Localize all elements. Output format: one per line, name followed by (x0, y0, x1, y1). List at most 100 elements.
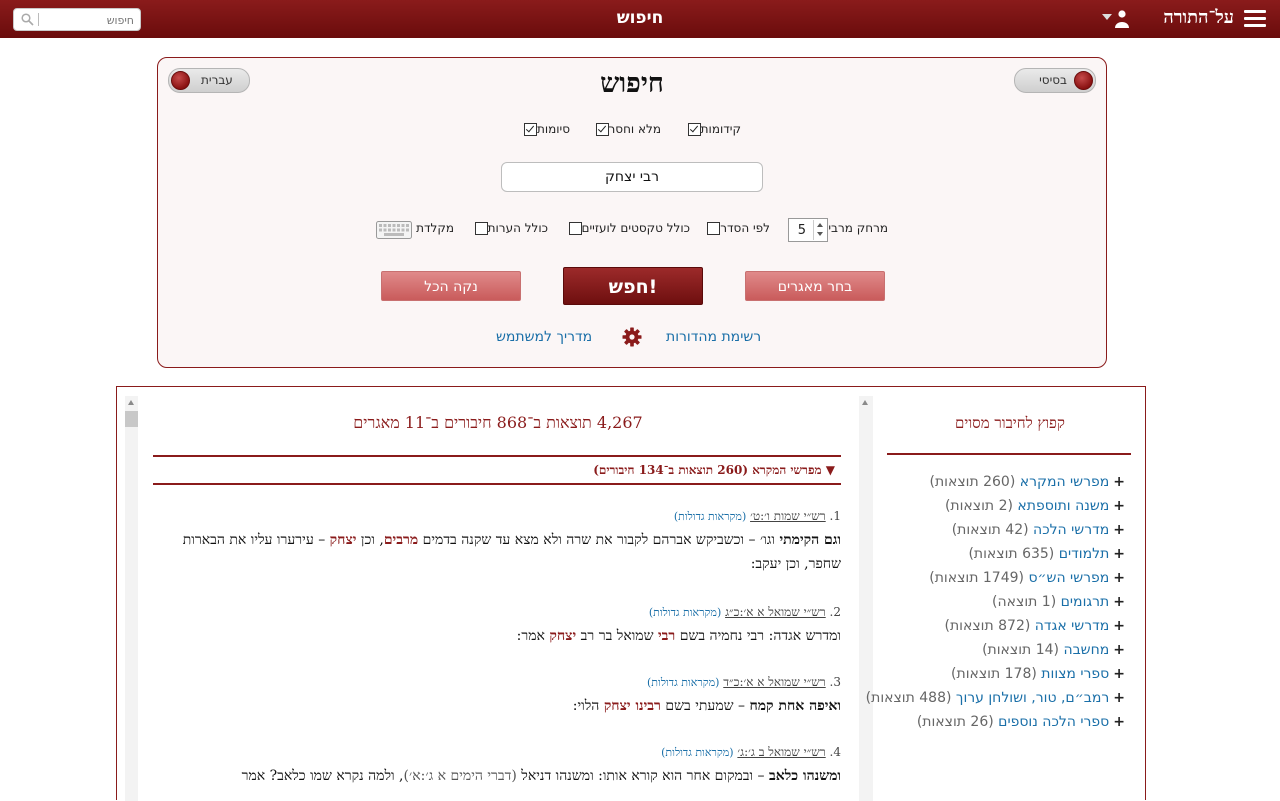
category-count: (26 תוצאות) (916, 714, 994, 730)
max-distance-stepper[interactable]: 5 (788, 218, 828, 242)
expand-icon[interactable]: + (1113, 474, 1125, 490)
result-edition[interactable]: (מקראות גדולות) (674, 510, 746, 523)
option-label: כולל הערות (487, 221, 548, 235)
jump-to-work-title: קפוץ לחיבור מסוים (955, 414, 1065, 432)
user-guide-link[interactable]: מדריך למשתמש (496, 329, 592, 345)
keyboard-icon[interactable] (376, 221, 412, 239)
category-nav-item[interactable]: +מפרשי המקרא (260 תוצאות) (865, 470, 1125, 494)
result-source-link[interactable]: רש״י שמואל ב ג׳:ג׳ (737, 745, 825, 759)
lemma: וגם הקימתי (779, 532, 841, 548)
menu-icon[interactable] (1244, 10, 1266, 28)
expand-icon[interactable]: + (1113, 642, 1125, 658)
option-label: קידומות (700, 122, 741, 136)
expand-icon[interactable]: + (1113, 714, 1125, 730)
category-name[interactable]: מפרשי המקרא (1020, 474, 1110, 490)
option-foreign-texts[interactable]: כולל טקסטים לועזיים (567, 221, 690, 235)
results-scrollbar[interactable] (125, 396, 138, 801)
result-source-link[interactable]: רש״י שמואל א א׳:כ״ג (725, 605, 826, 619)
category-nav-item[interactable]: +מחשבה (14 תוצאות) (865, 638, 1125, 662)
include-notes-checkbox[interactable] (474, 222, 488, 235)
category-nav-item[interactable]: +מפרשי הש״ס (1749 תוצאות) (865, 566, 1125, 590)
editions-list-link[interactable]: רשימת מהדורות (666, 329, 761, 345)
basic-mode-toggle[interactable]: בסיסי (1014, 68, 1096, 93)
result-number: 4. (829, 745, 841, 759)
category-count: (178 תוצאות) (951, 666, 1037, 682)
divider (887, 453, 1131, 455)
category-name[interactable]: מדרשי הלכה (1033, 522, 1109, 538)
category-name[interactable]: מדרשי אגדה (1035, 618, 1109, 634)
category-nav-item[interactable]: +ספרי הלכה נוספים (26 תוצאות) (865, 710, 1125, 734)
category-nav-item[interactable]: +משנה ותוספתא (2 תוצאות) (865, 494, 1125, 518)
scroll-up-icon[interactable] (128, 400, 134, 405)
expand-icon[interactable]: + (1113, 546, 1125, 562)
result-source-link[interactable]: רש״י שמות ו׳:ט׳ (750, 509, 826, 523)
category-name[interactable]: תרגומים (1061, 594, 1110, 610)
text-segment: – שמעתי בשם (660, 698, 750, 714)
chevron-down-icon[interactable] (1102, 14, 1112, 20)
option-suffixes[interactable]: סיומות (522, 122, 570, 136)
option-label: לפי הסדר (720, 221, 770, 235)
category-nav-item[interactable]: +ספרי מצוות (178 תוצאות) (865, 662, 1125, 686)
result-item: 2. רש״י שמואל א א׳:כ״ג (מקראות גדולות) ו… (153, 605, 841, 648)
result-edition[interactable]: (מקראות גדולות) (647, 676, 719, 689)
result-source-link[interactable]: רש״י שמואל א א׳:כ״ד (723, 675, 825, 689)
expand-icon[interactable]: + (1113, 570, 1125, 586)
toggle-knob (1074, 71, 1093, 90)
stepper-arrows[interactable] (813, 220, 826, 240)
suffixes-checkbox[interactable] (523, 123, 537, 136)
foreign-texts-checkbox[interactable] (568, 222, 582, 235)
category-name[interactable]: מחשבה (1063, 642, 1109, 658)
expand-icon[interactable]: + (1113, 618, 1125, 634)
category-nav-item[interactable]: +מדרשי הלכה (42 תוצאות) (865, 518, 1125, 542)
category-nav-item[interactable]: +תלמודים (635 תוצאות) (865, 542, 1125, 566)
expand-icon[interactable]: + (1113, 666, 1125, 682)
option-in-order[interactable]: לפי הסדר (705, 221, 770, 235)
option-full-defective[interactable]: מלא וחסר (594, 122, 661, 136)
category-count: (2 תוצאות) (944, 498, 1013, 514)
result-item: 3. רש״י שמואל א א׳:כ״ד (מקראות גדולות) ו… (153, 675, 841, 718)
full-defective-checkbox[interactable] (595, 123, 609, 136)
clear-all-button[interactable]: נקה הכל (381, 271, 521, 301)
stepper-up-icon[interactable] (817, 223, 823, 227)
category-name[interactable]: מפרשי הש״ס (1028, 570, 1109, 586)
user-icon[interactable] (1112, 9, 1132, 29)
gear-icon[interactable] (622, 327, 642, 347)
search-button[interactable]: חפש! (563, 267, 703, 305)
option-prefixes[interactable]: קידומות (686, 122, 741, 136)
result-edition[interactable]: (מקראות גדולות) (649, 606, 721, 619)
result-item: 4. רש״י שמואל ב ג׳:ג׳ (מקראות גדולות) ומ… (153, 745, 841, 788)
highlight: מרבים (383, 532, 419, 548)
category-name[interactable]: משנה ותוספתא (1017, 498, 1109, 514)
expand-icon[interactable]: + (1113, 690, 1125, 706)
category-nav-item[interactable]: +מדרשי אגדה (872 תוצאות) (865, 614, 1125, 638)
category-count: (1749 תוצאות) (929, 570, 1024, 586)
site-logo[interactable]: על־התורה (1163, 7, 1234, 28)
category-nav-item[interactable]: +רמב״ם, טור, ושולחן ערוך (488 תוצאות) (865, 686, 1125, 710)
cross-reference[interactable]: (דברי הימים א ג׳:א׳) (404, 768, 517, 784)
category-title[interactable]: ▼ מפרשי המקרא (260 תוצאות ב־134 חיבורים) (593, 463, 835, 478)
category-header[interactable]: ▼ מפרשי המקרא (260 תוצאות ב־134 חיבורים) (153, 455, 841, 485)
category-name[interactable]: ספרי מצוות (1041, 666, 1109, 682)
category-nav: +מפרשי המקרא (260 תוצאות) +משנה ותוספתא … (865, 470, 1125, 734)
stepper-down-icon[interactable] (817, 232, 823, 236)
expand-icon[interactable]: + (1113, 498, 1125, 514)
query-input[interactable] (501, 162, 763, 192)
in-order-checkbox[interactable] (707, 222, 721, 235)
results-container: 4,267 תוצאות ב־868 חיבורים ב־11 מאגרים ▼… (116, 386, 1146, 801)
category-name[interactable]: תלמודים (1059, 546, 1110, 562)
scroll-up-icon[interactable] (862, 400, 868, 405)
text-segment: הלוי: (572, 698, 604, 714)
expand-icon[interactable]: + (1113, 594, 1125, 610)
option-include-notes[interactable]: כולל הערות (473, 221, 548, 235)
result-number: 2. (829, 605, 841, 619)
category-name[interactable]: ספרי הלכה נוספים (998, 714, 1109, 730)
choose-repositories-button[interactable]: בחר מאגרים (745, 271, 885, 301)
result-edition[interactable]: (מקראות גדולות) (661, 746, 733, 759)
expand-icon[interactable]: + (1113, 522, 1125, 538)
page-title: חיפוש (616, 8, 664, 28)
scrollbar-thumb[interactable] (125, 411, 138, 427)
prefixes-checkbox[interactable] (687, 123, 701, 136)
category-name[interactable]: רמב״ם, טור, ושולחן ערוך (956, 690, 1109, 706)
category-nav-item[interactable]: +תרגומים (1 תוצאה) (865, 590, 1125, 614)
option-label: מלא וחסר (608, 122, 661, 136)
